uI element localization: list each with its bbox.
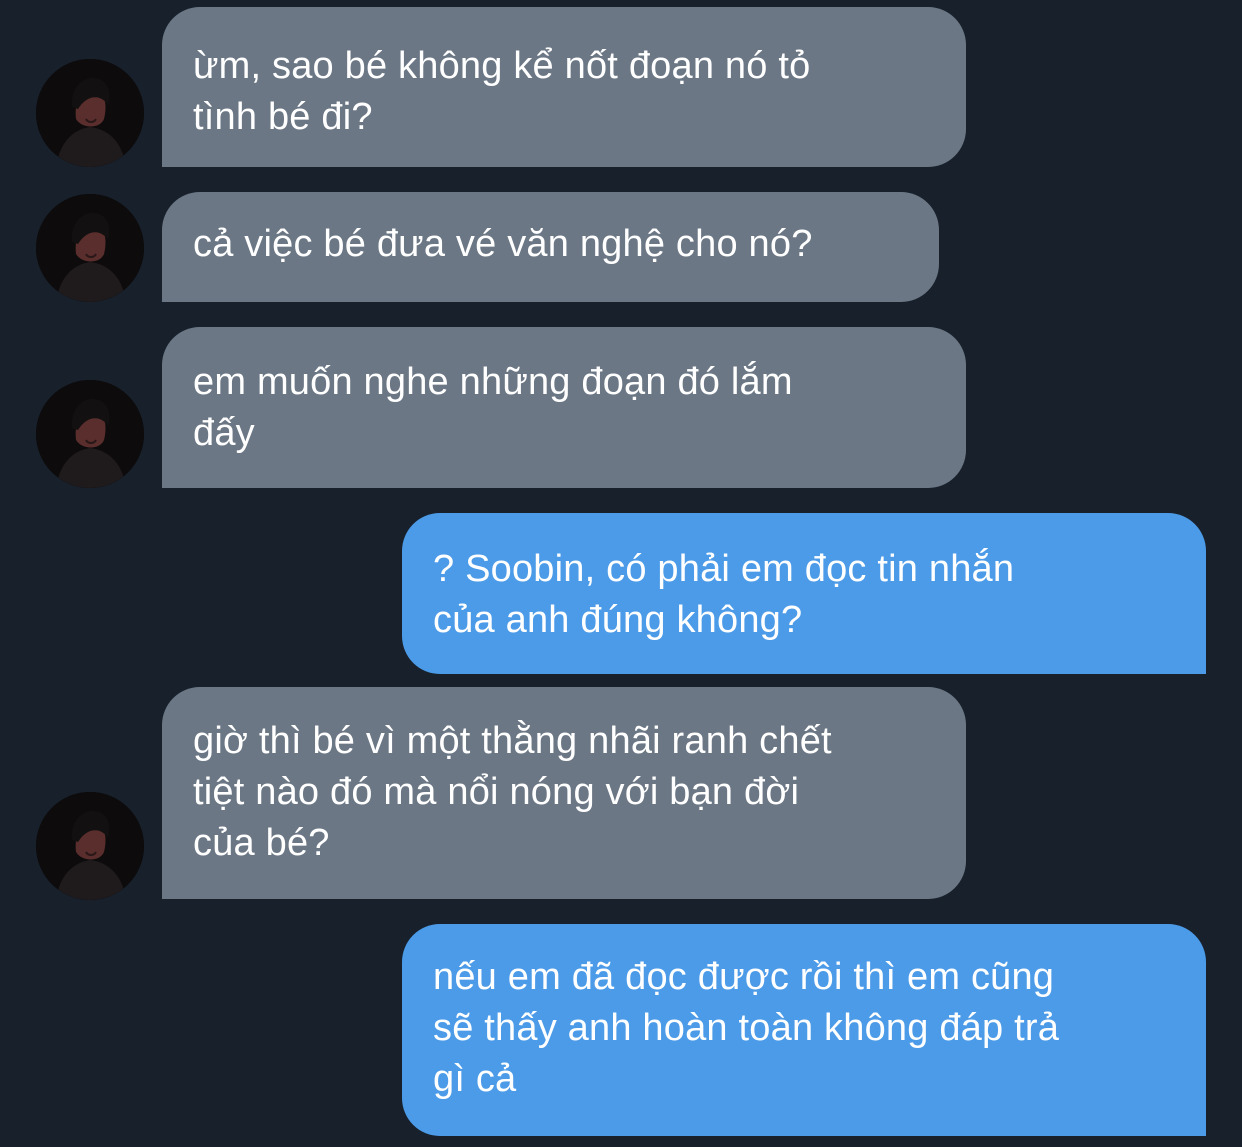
avatar-photo-icon xyxy=(36,59,144,167)
message-bubble-incoming[interactable]: cả việc bé đưa vé văn nghệ cho nó? xyxy=(162,192,939,302)
message-bubble-outgoing[interactable]: nếu em đã đọc được rồi thì em cũng sẽ th… xyxy=(402,924,1206,1136)
avatar-photo-icon xyxy=(36,194,144,302)
message-bubble-outgoing[interactable]: ? Soobin, có phải em đọc tin nhắn của an… xyxy=(402,513,1206,674)
contact-avatar[interactable] xyxy=(36,380,144,488)
message-bubble-incoming[interactable]: em muốn nghe những đoạn đó lắm đấy xyxy=(162,327,966,488)
message-bubble-incoming[interactable]: giờ thì bé vì một thằng nhãi ranh chết t… xyxy=(162,687,966,899)
contact-avatar[interactable] xyxy=(36,59,144,167)
chat-thread: ừm, sao bé không kể nốt đoạn nó tỏ tình … xyxy=(0,0,1242,1147)
contact-avatar[interactable] xyxy=(36,194,144,302)
avatar-photo-icon xyxy=(36,380,144,488)
message-bubble-incoming[interactable]: ừm, sao bé không kể nốt đoạn nó tỏ tình … xyxy=(162,7,966,167)
avatar-photo-icon xyxy=(36,792,144,900)
contact-avatar[interactable] xyxy=(36,792,144,900)
